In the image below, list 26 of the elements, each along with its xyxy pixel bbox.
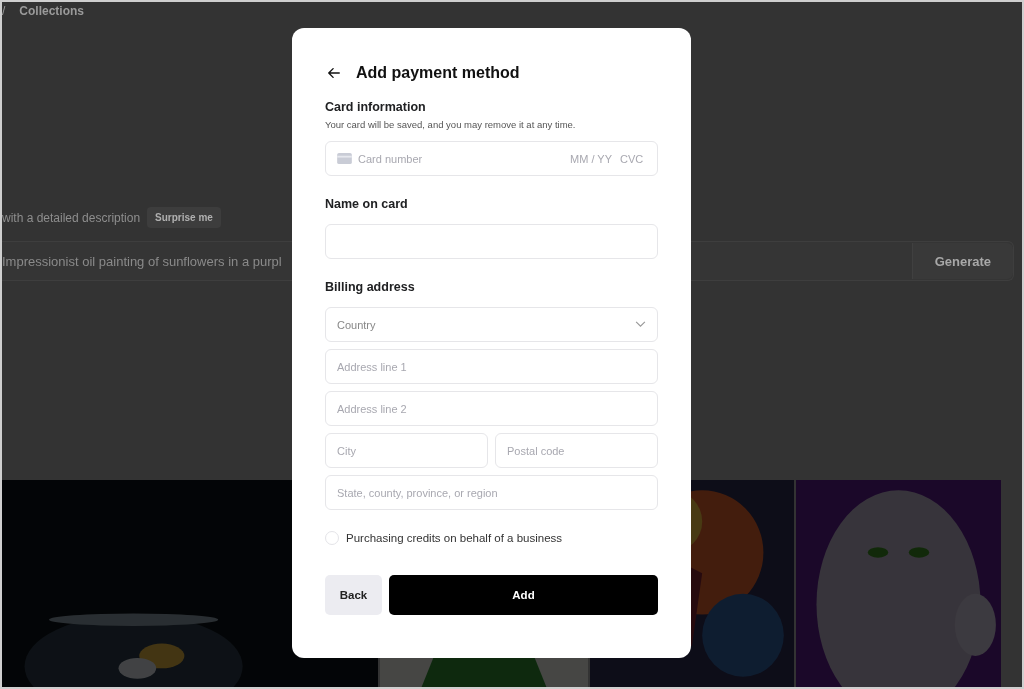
name-input[interactable]: [325, 224, 658, 259]
region-input[interactable]: State, county, province, or region: [325, 475, 658, 510]
credit-card-icon: [337, 153, 352, 164]
add-button[interactable]: Add: [389, 575, 658, 615]
breadcrumb-separator: /: [2, 4, 6, 18]
expiry-input[interactable]: MM / YY: [570, 152, 614, 165]
card-note: Your card will be saved, and you may remove it at any time.: [325, 119, 577, 130]
postal-code-input[interactable]: Postal code: [495, 433, 658, 468]
cvc-input[interactable]: CVC: [620, 152, 646, 165]
breadcrumb-link[interactable]: Collections: [19, 4, 85, 18]
back-button[interactable]: Back: [325, 575, 382, 615]
section-label: Card information: [325, 100, 427, 114]
address-line-input[interactable]: Address line 2: [325, 391, 658, 426]
dialog-title: Add payment method: [356, 64, 520, 82]
prompt-hint: with a detailed description: [2, 210, 141, 225]
section-label: Billing address: [325, 280, 416, 294]
chevron-down-icon: [635, 321, 646, 328]
back-arrow-icon[interactable]: [327, 66, 341, 80]
surprise-me-button[interactable]: Surprise me: [147, 207, 221, 228]
section-label: Name on card: [325, 197, 409, 211]
business-option-label: Purchasing credits on behalf of a business: [346, 532, 563, 544]
card-number-input[interactable]: Card number: [358, 152, 564, 165]
city-input[interactable]: City: [325, 433, 488, 468]
address-line-input[interactable]: Address line 1: [325, 349, 658, 384]
country-dropdown[interactable]: Country: [325, 307, 658, 342]
generate-button[interactable]: Generate: [911, 243, 1013, 279]
